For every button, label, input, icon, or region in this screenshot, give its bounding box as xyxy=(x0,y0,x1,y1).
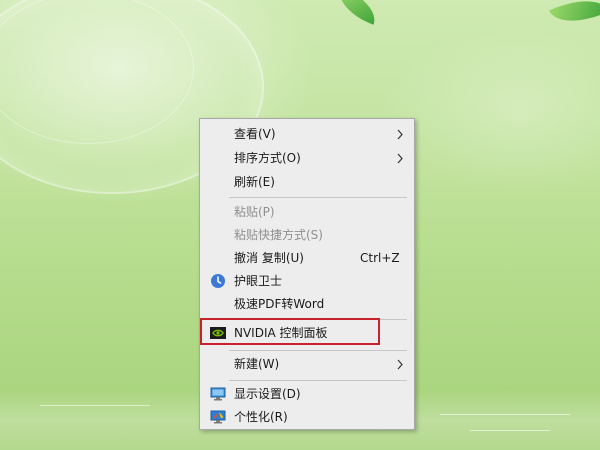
wallpaper-leaf xyxy=(549,0,600,35)
submenu-arrow-icon xyxy=(397,129,403,140)
menu-item-label: 查看(V) xyxy=(234,127,276,141)
menu-item-nvidia-control-panel[interactable]: NVIDIA 控制面板 xyxy=(202,322,412,345)
menu-item-view[interactable]: 查看(V) xyxy=(202,123,412,146)
menu-item-label: 粘贴快捷方式(S) xyxy=(234,228,323,242)
menu-item-pdf-to-word[interactable]: 极速PDF转Word xyxy=(202,293,412,316)
menu-item-label: 排序方式(O) xyxy=(234,151,301,165)
menu-item-shortcut: Ctrl+Z xyxy=(360,251,400,265)
desktop-context-menu: 查看(V) 排序方式(O) 刷新(E) 粘贴(P) 粘贴快捷方式(S) 撤消 复… xyxy=(199,118,415,430)
menu-separator xyxy=(229,319,407,320)
menu-item-display-settings[interactable]: 显示设置(D) xyxy=(202,383,412,406)
submenu-arrow-icon xyxy=(397,153,403,164)
submenu-arrow-icon xyxy=(397,359,403,370)
menu-item-label: 显示设置(D) xyxy=(234,387,301,401)
menu-item-label: 极速PDF转Word xyxy=(234,297,325,311)
menu-separator xyxy=(229,197,407,198)
menu-item-paste[interactable]: 粘贴(P) xyxy=(202,201,412,224)
menu-separator xyxy=(229,380,407,381)
menu-item-label: NVIDIA 控制面板 xyxy=(234,326,328,340)
menu-item-label: 刷新(E) xyxy=(234,175,275,189)
menu-item-personalize[interactable]: 个性化(R) xyxy=(202,406,412,429)
wallpaper-leaf xyxy=(332,0,382,25)
desktop-background[interactable]: 查看(V) 排序方式(O) 刷新(E) 粘贴(P) 粘贴快捷方式(S) 撤消 复… xyxy=(0,0,600,450)
eye-guard-icon xyxy=(211,274,225,288)
menu-item-label: 个性化(R) xyxy=(234,410,288,424)
menu-separator xyxy=(229,350,407,351)
menu-item-label: 撤消 复制(U) xyxy=(234,251,304,265)
menu-item-label: 新建(W) xyxy=(234,357,280,371)
nvidia-icon xyxy=(210,327,226,339)
menu-item-refresh[interactable]: 刷新(E) xyxy=(202,171,412,194)
menu-item-eye-guard[interactable]: 护眼卫士 xyxy=(202,270,412,293)
personalize-icon xyxy=(210,410,226,424)
menu-item-paste-shortcut[interactable]: 粘贴快捷方式(S) xyxy=(202,224,412,247)
menu-item-sort-by[interactable]: 排序方式(O) xyxy=(202,147,412,170)
menu-item-label: 粘贴(P) xyxy=(234,205,275,219)
menu-item-undo-copy[interactable]: 撤消 复制(U) Ctrl+Z xyxy=(202,247,412,270)
menu-item-label: 护眼卫士 xyxy=(234,274,283,288)
menu-item-new[interactable]: 新建(W) xyxy=(202,353,412,376)
display-settings-icon xyxy=(210,387,226,401)
